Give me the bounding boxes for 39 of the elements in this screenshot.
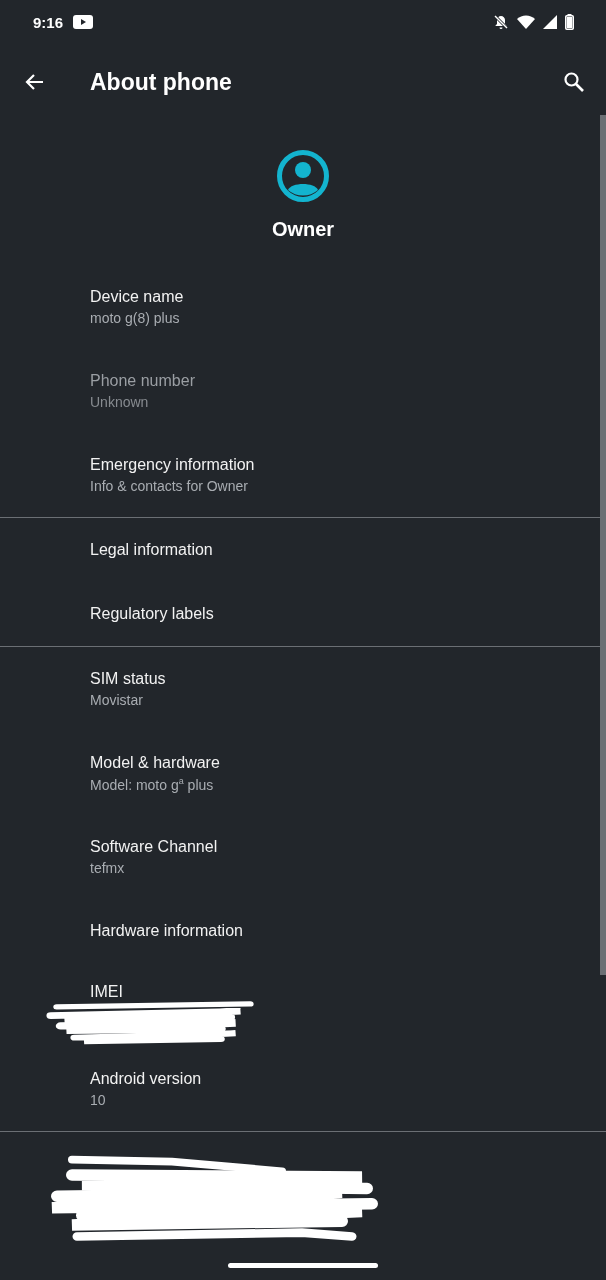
battery-icon — [565, 14, 574, 30]
settings-item[interactable]: Device name moto g(8) plus — [0, 265, 598, 349]
item-summary: 10 — [90, 1092, 107, 1108]
item-title: SIM status — [90, 670, 167, 688]
item-title: IMEI — [90, 983, 124, 1001]
item-summary: Unknown — [90, 394, 150, 410]
settings-item[interactable]: Hardware information — [0, 899, 598, 963]
signal-icon — [543, 15, 557, 29]
item-title: Android version — [90, 1070, 203, 1088]
settings-item[interactable]: Model & hardware Model: moto g$^{a}$ plus — [0, 731, 598, 815]
item-summary: tefmx — [90, 860, 126, 876]
item-title: Phone number — [90, 372, 196, 390]
item-summary: Movistar — [90, 692, 144, 708]
item-title: Model & hardware — [90, 753, 221, 772]
item-title: Regulatory labels — [90, 605, 215, 623]
settings-item[interactable]: Android version 10 — [0, 1047, 598, 1131]
settings-item[interactable]: SIM status Movistar — [0, 647, 598, 731]
avatar-icon[interactable] — [277, 150, 329, 202]
settings-item[interactable]: Software Channel tefmx — [0, 815, 598, 899]
item-title: Software Channel — [90, 838, 219, 856]
settings-item[interactable]: Regulatory labels — [0, 582, 598, 646]
item-summary: moto g(8) plus — [90, 310, 181, 326]
item-summary: Info & contacts for Owner — [90, 478, 249, 494]
muted-bell-icon — [493, 14, 509, 30]
owner-name: Owner — [271, 218, 335, 241]
settings-item[interactable]: IMEI — [0, 963, 598, 1047]
item-title: Device name — [90, 288, 185, 306]
status-time: 9:16 — [33, 13, 64, 31]
settings-item[interactable]: Legal information — [0, 518, 598, 582]
settings-item[interactable]: Emergency information Info & contacts for Owner — [0, 433, 598, 517]
navigation-handle[interactable] — [228, 1263, 378, 1268]
play-icon — [73, 15, 94, 29]
search-icon[interactable] — [562, 70, 586, 94]
item-title: Legal information — [90, 541, 214, 559]
item-title: Hardware information — [90, 922, 244, 940]
wifi-icon — [517, 15, 535, 29]
item-summary: Model: moto g$^{a}$ plus — [90, 775, 215, 793]
item-title: Emergency information — [90, 456, 256, 474]
page-title: About phone — [90, 68, 233, 96]
